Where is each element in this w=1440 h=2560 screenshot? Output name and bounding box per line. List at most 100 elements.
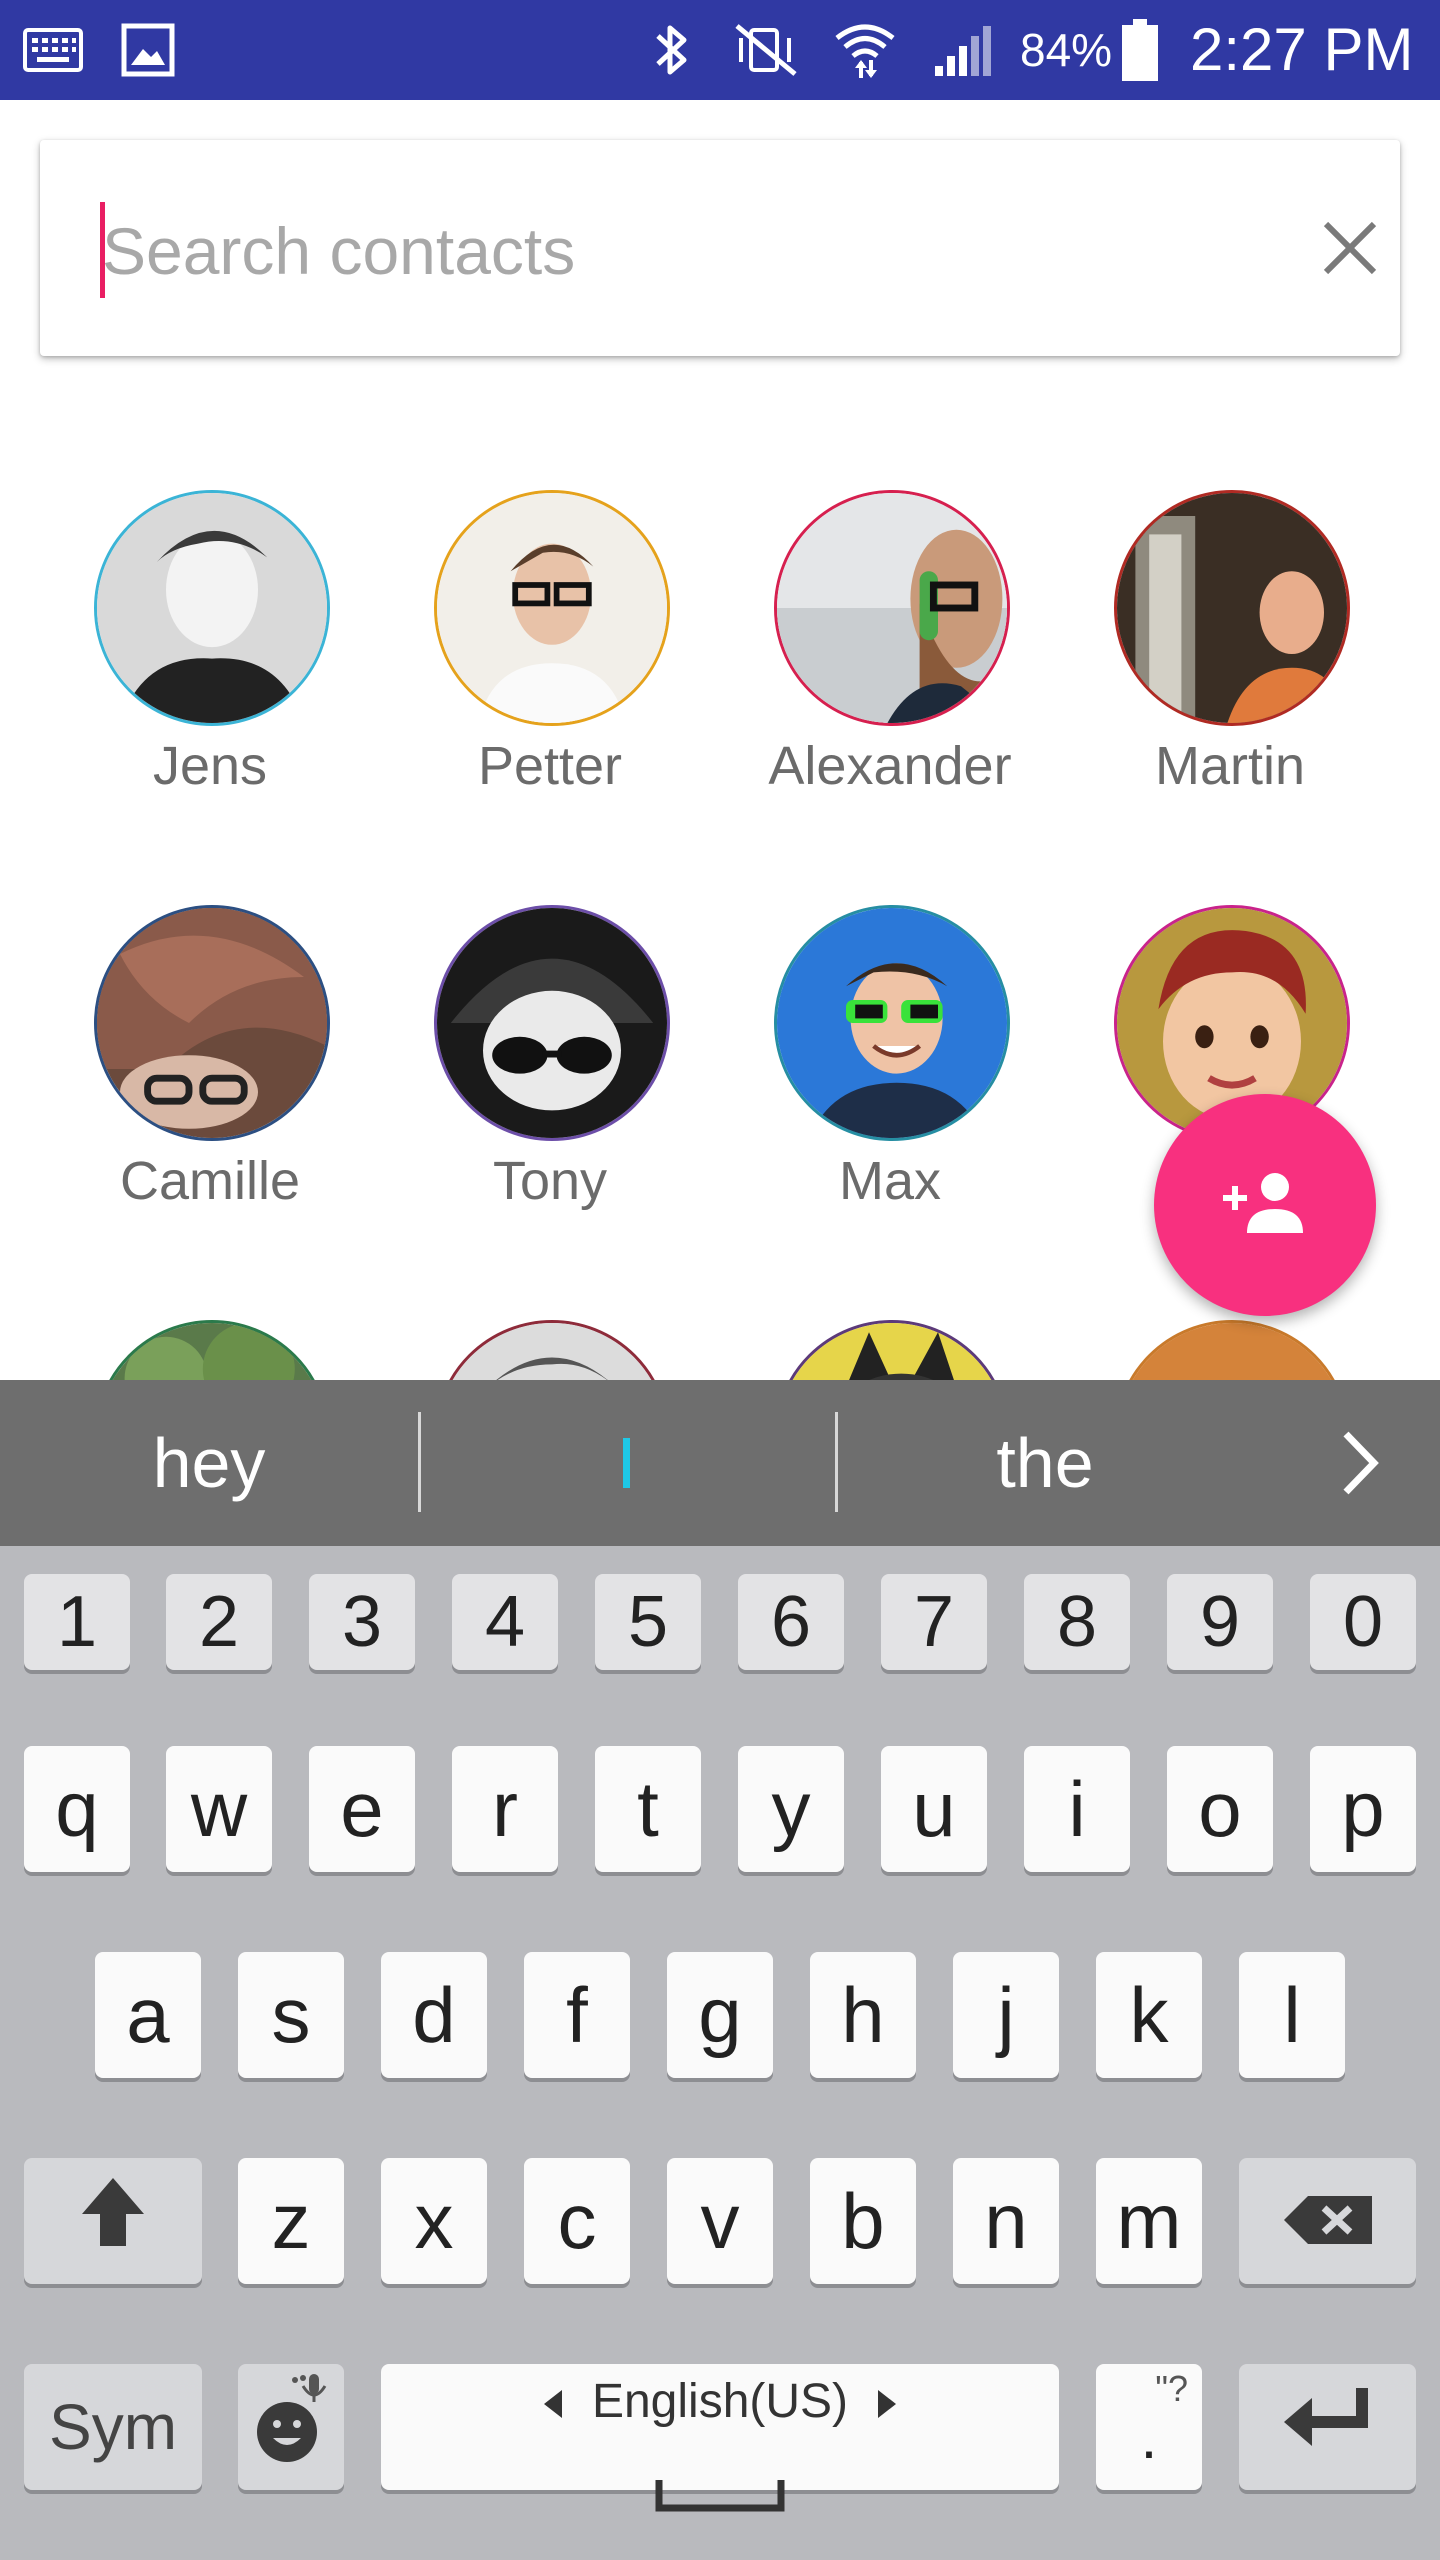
key-e[interactable]: e [309, 1746, 415, 1872]
key-m[interactable]: m [1096, 2158, 1202, 2284]
key-9[interactable]: 9 [1167, 1574, 1273, 1670]
add-person-icon [1217, 1167, 1313, 1243]
contact-name: Tony [492, 1151, 608, 1211]
key-3[interactable]: 3 [309, 1574, 415, 1670]
key-a[interactable]: a [95, 1952, 201, 2078]
period-hint: "? [1155, 2368, 1188, 2409]
avatar[interactable] [94, 1320, 330, 1380]
add-contact-button[interactable] [1154, 1094, 1376, 1316]
search-input[interactable]: Search contacts [102, 206, 575, 296]
battery-percentage: 84% [1020, 24, 1113, 76]
clock: 2:27 PM [1190, 16, 1414, 83]
avatar[interactable] [94, 905, 330, 1141]
key-h[interactable]: h [810, 1952, 916, 2078]
bluetooth-icon [646, 20, 698, 80]
key-l[interactable]: l [1239, 1952, 1345, 2078]
key-y[interactable]: y [738, 1746, 844, 1872]
key-g[interactable]: g [667, 1952, 773, 2078]
text-cursor [100, 202, 105, 298]
key-v[interactable]: v [667, 2158, 773, 2284]
key-r[interactable]: r [452, 1746, 558, 1872]
key-i[interactable]: i [1024, 1746, 1130, 1872]
key-q[interactable]: q [24, 1746, 130, 1872]
space-language-label: English(US) [381, 2374, 1059, 2429]
key-n[interactable]: n [953, 2158, 1059, 2284]
suggestion-middle-text: I [623, 1438, 630, 1488]
key-k[interactable]: k [1096, 1952, 1202, 2078]
keyboard-icon [22, 20, 84, 80]
key-6[interactable]: 6 [738, 1574, 844, 1670]
key-p[interactable]: p [1310, 1746, 1416, 1872]
contact-item[interactable]: Camille [40, 795, 380, 1211]
backspace-key[interactable] [1239, 2158, 1416, 2284]
vibrate-off-icon [732, 20, 800, 80]
key-b[interactable]: b [810, 2158, 916, 2284]
suggestion-left[interactable]: hey [0, 1380, 418, 1546]
enter-icon [1280, 2382, 1376, 2473]
contact-item[interactable] [380, 1210, 720, 1380]
contact-item[interactable]: Tony [380, 795, 720, 1211]
key-t[interactable]: t [595, 1746, 701, 1872]
emoji-mic-icon [251, 2368, 331, 2487]
sym-key[interactable]: Sym [24, 2364, 202, 2490]
key-4[interactable]: 4 [452, 1574, 558, 1670]
signal-icon [930, 20, 996, 80]
search-bar[interactable]: Search contacts [40, 140, 1400, 356]
key-z[interactable]: z [238, 2158, 344, 2284]
key-5[interactable]: 5 [595, 1574, 701, 1670]
avatar[interactable] [774, 905, 1010, 1141]
keyboard: 1 2 3 4 5 6 7 8 9 0 q w e r t y u i o p … [0, 1546, 1440, 2560]
image-icon [120, 20, 176, 80]
contact-item[interactable] [40, 1210, 380, 1380]
key-w[interactable]: w [166, 1746, 272, 1872]
key-2[interactable]: 2 [166, 1574, 272, 1670]
avatar[interactable] [774, 490, 1010, 726]
contact-item[interactable]: Martin [1060, 380, 1400, 796]
shift-arrow-icon [78, 2174, 148, 2269]
key-u[interactable]: u [881, 1746, 987, 1872]
contact-name: Camille [119, 1151, 301, 1211]
contact-name: Max [838, 1151, 941, 1211]
contact-item[interactable]: Petter [380, 380, 720, 796]
key-8[interactable]: 8 [1024, 1574, 1130, 1670]
contact-item[interactable]: Jens [40, 380, 380, 796]
key-o[interactable]: o [1167, 1746, 1273, 1872]
enter-key[interactable] [1239, 2364, 1416, 2490]
avatar[interactable] [434, 490, 670, 726]
avatar[interactable] [774, 1320, 1010, 1380]
key-1[interactable]: 1 [24, 1574, 130, 1670]
contact-name: Jens [152, 736, 268, 796]
key-s[interactable]: s [238, 1952, 344, 2078]
key-7[interactable]: 7 [881, 1574, 987, 1670]
wifi-icon [830, 20, 900, 80]
avatar[interactable] [434, 905, 670, 1141]
contact-item[interactable]: Alexander [720, 380, 1060, 796]
space-key[interactable]: English(US) [381, 2364, 1059, 2512]
suggestion-strip: hey I the [0, 1380, 1440, 1546]
contact-name: Martin [1154, 736, 1306, 796]
period-key[interactable]: "? . [1096, 2364, 1202, 2490]
contact-name: Alexander [768, 736, 1012, 796]
avatar[interactable] [434, 1320, 670, 1380]
key-d[interactable]: d [381, 1952, 487, 2078]
emoji-key[interactable] [238, 2364, 344, 2490]
status-bar: 84% 2:27 PM [0, 0, 1440, 100]
key-0[interactable]: 0 [1310, 1574, 1416, 1670]
contact-item[interactable]: Max [720, 795, 1060, 1211]
battery-icon [1118, 19, 1162, 81]
backspace-icon [1280, 2176, 1376, 2267]
close-icon[interactable] [1310, 208, 1390, 288]
contact-name: Petter [477, 736, 623, 796]
chevron-right-icon[interactable] [1320, 1423, 1400, 1503]
key-f[interactable]: f [524, 1952, 630, 2078]
avatar[interactable] [94, 490, 330, 726]
key-j[interactable]: j [953, 1952, 1059, 2078]
shift-key[interactable] [24, 2158, 202, 2284]
key-c[interactable]: c [524, 2158, 630, 2284]
key-x[interactable]: x [381, 2158, 487, 2284]
avatar[interactable] [1114, 1320, 1350, 1380]
contact-item[interactable] [720, 1210, 1060, 1380]
avatar[interactable] [1114, 490, 1350, 726]
suggestion-right[interactable]: the [838, 1380, 1252, 1546]
space-bar-icon [655, 2440, 785, 2531]
